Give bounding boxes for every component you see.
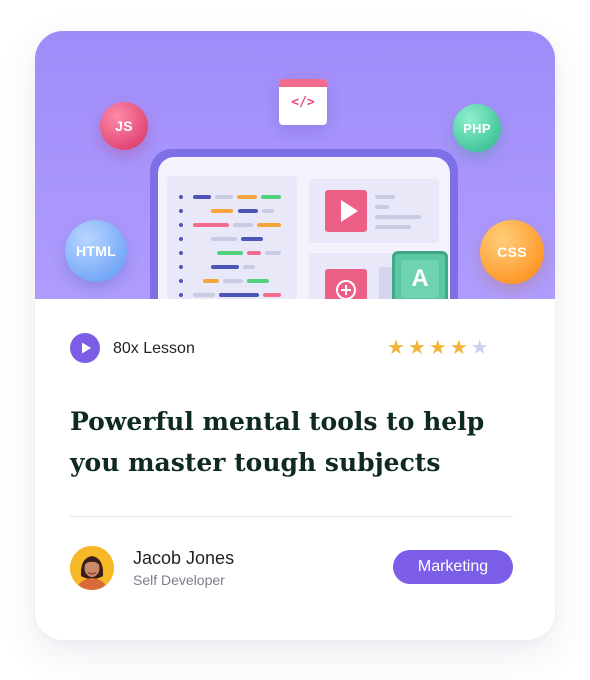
code-brackets-icon: </>: [291, 95, 315, 110]
course-title[interactable]: Powerful mental tools to help you master…: [70, 401, 530, 483]
js-bubble: JS: [100, 102, 148, 150]
window-bar: [279, 79, 327, 87]
code-window-tile: </>: [279, 79, 327, 125]
html-bubble: HTML: [65, 220, 127, 282]
php-bubble: PHP: [453, 104, 501, 152]
star-filled-icon: ★: [428, 335, 447, 359]
course-meta: 80x Lesson ★ ★ ★ ★ ★: [70, 333, 495, 363]
lesson-count: 80x Lesson: [113, 340, 195, 357]
css-bubble: CSS: [480, 220, 544, 284]
course-card[interactable]: </> JS PHP HTML CSS A 80x Lesson ★ ★ ★ ★ ★ P…: [35, 31, 555, 640]
course-thumbnail[interactable]: </> JS PHP HTML CSS A: [35, 31, 555, 299]
star-filled-icon: ★: [387, 335, 405, 359]
play-icon: [70, 333, 100, 363]
star-filled-icon: ★: [449, 335, 468, 359]
letter-a: A: [401, 260, 439, 298]
star-rating: ★ ★ ★ ★ ★: [387, 336, 489, 358]
author-avatar[interactable]: [70, 546, 114, 590]
divider: [70, 516, 513, 517]
author-role: Self Developer: [133, 572, 225, 588]
star-filled-icon: ★: [407, 335, 426, 359]
letter-a-tile: A: [392, 251, 448, 299]
category-tag-button[interactable]: Marketing: [393, 550, 513, 584]
star-empty-icon: ★: [470, 335, 489, 359]
author-name[interactable]: Jacob Jones: [133, 548, 234, 569]
